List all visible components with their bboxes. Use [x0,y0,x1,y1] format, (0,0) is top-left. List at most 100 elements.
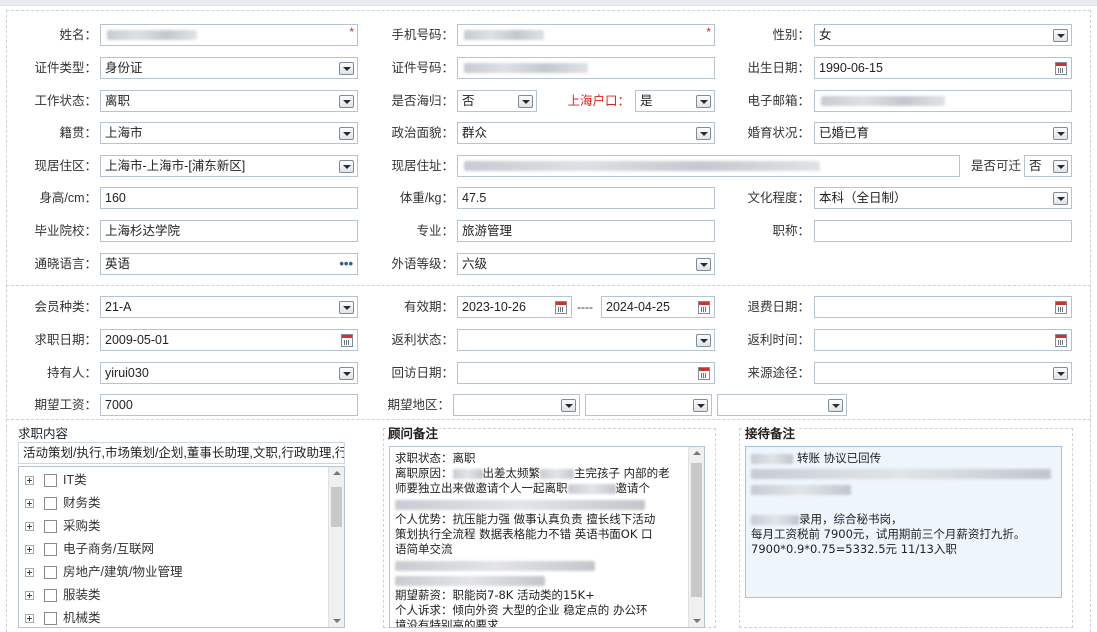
chevron-down-icon[interactable] [518,95,533,108]
id-type-select[interactable]: 身份证 [100,57,358,79]
job-date-input[interactable]: 2009-05-01 [100,329,358,351]
chevron-down-icon[interactable] [339,160,354,173]
calendar-icon[interactable] [341,334,353,347]
calendar-icon[interactable] [555,301,567,314]
height-value: 160 [105,191,126,205]
education-select[interactable]: 本科（全日制） [814,187,1072,209]
refund-date-input[interactable] [814,296,1072,318]
tree-item[interactable]: IT类 [25,470,87,490]
visit-date-input[interactable] [457,362,715,384]
title-input[interactable] [814,220,1072,242]
checkbox[interactable] [44,497,57,511]
rebate-time-input[interactable] [814,329,1072,351]
checkbox[interactable] [44,474,57,488]
chevron-down-icon[interactable] [339,62,354,75]
chevron-down-icon[interactable] [696,334,711,347]
scroll-down-icon[interactable] [333,619,341,623]
chevron-down-icon[interactable] [1053,367,1068,380]
gender-select[interactable]: 女 [814,24,1072,46]
region-city-select[interactable] [585,394,712,416]
scroll-up-icon[interactable] [693,451,701,455]
source-select[interactable] [814,362,1072,384]
region-province-select[interactable] [453,394,580,416]
name-input[interactable]: * [100,24,358,46]
foreign-level-select[interactable]: 六级 [457,253,715,275]
scroll-up-icon[interactable] [333,471,341,475]
expand-icon[interactable] [25,499,34,509]
checkbox[interactable] [44,589,57,603]
scroll-thumb[interactable] [691,463,702,597]
chevron-down-icon[interactable] [339,95,354,108]
tree-item[interactable]: 采购类 [25,516,101,536]
chevron-down-icon[interactable] [693,399,708,412]
valid-from-input[interactable]: 2023-10-26 [457,296,572,318]
member-type-select[interactable]: 21-A [100,296,358,318]
chevron-down-icon[interactable] [1053,160,1068,173]
chevron-down-icon[interactable] [828,399,843,412]
returnee-select[interactable]: 否 [457,90,537,112]
checkbox[interactable] [44,566,57,580]
sh-hukou-select[interactable]: 是 [635,90,715,112]
residence-area-select[interactable]: 上海市-上海市-[浦东新区] [100,155,358,177]
expand-icon[interactable] [25,545,34,555]
school-input[interactable]: 上海杉达学院 [100,220,358,242]
chevron-down-icon[interactable] [339,301,354,314]
height-input[interactable]: 160 [100,187,358,209]
chevron-down-icon[interactable] [1053,29,1068,42]
calendar-icon[interactable] [1055,62,1067,75]
calendar-icon[interactable] [698,367,710,380]
phone-input[interactable]: * [457,24,715,46]
scroll-down-icon[interactable] [693,619,701,623]
expand-icon[interactable] [25,522,34,532]
tree-scrollbar[interactable] [328,467,344,627]
rebate-status-select[interactable] [457,329,715,351]
calendar-icon[interactable] [1055,334,1067,347]
relocate-select[interactable]: 否 [1024,155,1072,177]
birth-date-input[interactable]: 1990-06-15 [814,57,1072,79]
job-content-input[interactable]: 活动策划/执行,市场策划/企划,董事长助理,文职,行政助理,行 [18,442,345,464]
address-input[interactable] [457,155,960,177]
expand-icon[interactable] [25,591,34,601]
valid-to-input[interactable]: 2024-04-25 [601,296,715,318]
marital-select[interactable]: 已婚已育 [814,122,1072,144]
work-status-select[interactable]: 离职 [100,90,358,112]
chevron-down-icon[interactable] [1053,192,1068,205]
language-input[interactable]: 英语 ••• [100,253,358,275]
tree-item[interactable]: 财务类 [25,493,101,513]
calendar-icon[interactable] [1055,301,1067,314]
chevron-down-icon[interactable] [339,127,354,140]
advisor-note-textarea[interactable]: 求职状态：离职 离职原因： 出差太频繁 主完孩子 内部的老 师要独立出来做邀请个人一… [389,446,705,628]
major-input[interactable]: 旅游管理 [457,220,715,242]
scroll-thumb[interactable] [331,487,342,527]
salary-input[interactable]: 7000 [100,394,358,416]
expand-icon[interactable] [25,568,34,578]
expand-icon[interactable] [25,614,34,624]
tree-item[interactable]: 房地产/建筑/物业管理 [25,562,182,582]
tree-item[interactable]: 服装类 [25,585,101,605]
chevron-down-icon[interactable] [1053,127,1068,140]
chevron-down-icon[interactable] [561,399,576,412]
origin-select[interactable]: 上海市 [100,122,358,144]
calendar-icon[interactable] [698,301,710,314]
weight-input[interactable]: 47.5 [457,187,715,209]
checkbox[interactable] [44,612,57,626]
job-category-tree[interactable]: IT类 财务类 采购类 电子商务/互联网 房地产/建筑/物业管理 服装类 机械类 [18,466,345,628]
checkbox[interactable] [44,543,57,557]
note-text: 转账 协议已回传 [797,451,882,465]
tree-item[interactable]: 机械类 [25,608,101,627]
holder-select[interactable]: yirui030 [100,362,358,384]
chevron-down-icon[interactable] [696,95,711,108]
tree-item[interactable]: 电子商务/互联网 [25,539,154,559]
more-dots-icon[interactable]: ••• [339,254,353,274]
politics-select[interactable]: 群众 [457,122,715,144]
checkbox[interactable] [44,520,57,534]
chevron-down-icon[interactable] [696,258,711,271]
chevron-down-icon[interactable] [339,367,354,380]
advisor-note-scrollbar[interactable] [688,447,704,627]
region-district-select[interactable] [717,394,847,416]
expand-icon[interactable] [25,476,34,486]
id-no-input[interactable] [457,57,715,79]
reception-note-textarea[interactable]: 转账 协议已回传 录用，综合秘书岗， 每月工资税前 7900元，试用期前三个月薪… [745,446,1062,598]
email-input[interactable] [814,90,1072,112]
chevron-down-icon[interactable] [696,127,711,140]
